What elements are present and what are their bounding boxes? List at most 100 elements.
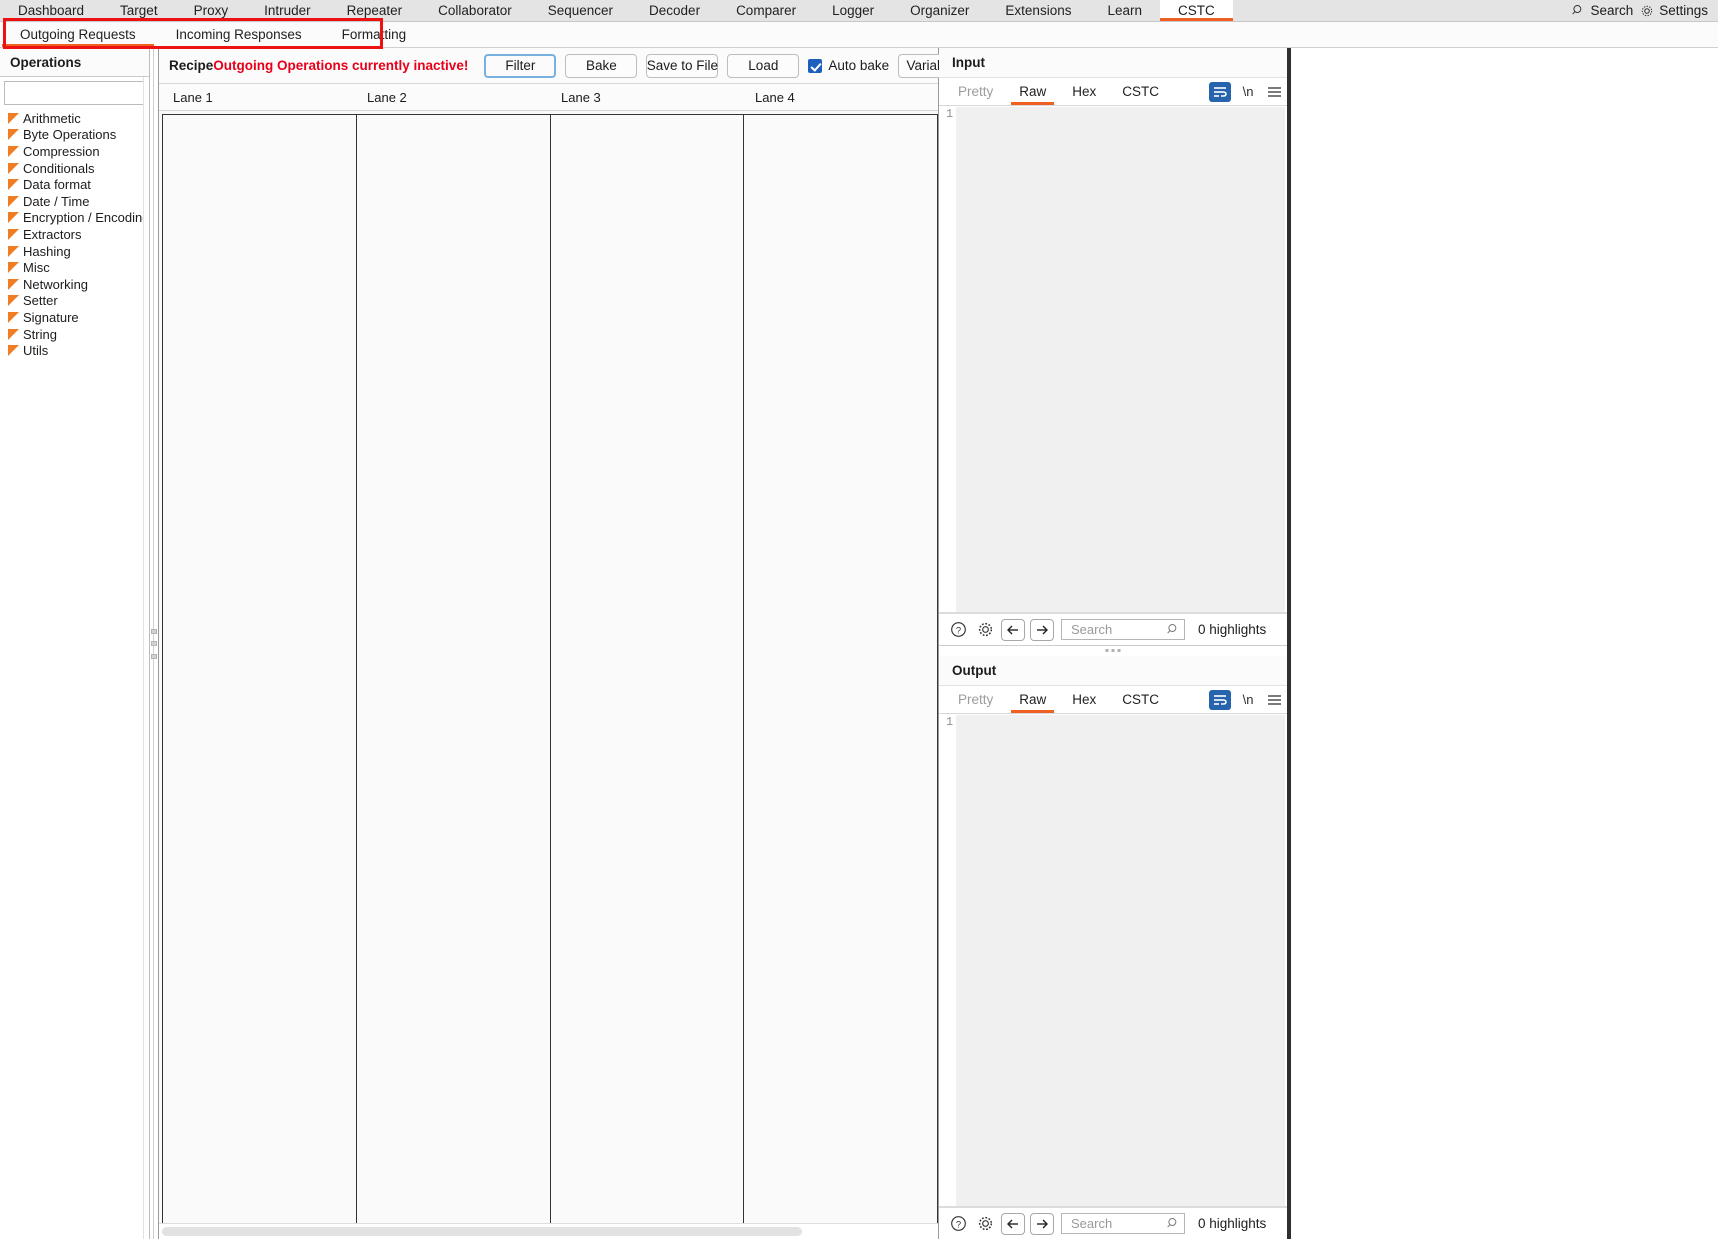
input-tab-pretty[interactable]: Pretty xyxy=(945,78,1006,105)
collapsed-triangle-icon[interactable] xyxy=(8,278,19,290)
input-search-field[interactable] xyxy=(1069,621,1167,638)
main-tab-collaborator[interactable]: Collaborator xyxy=(420,0,530,21)
load-button[interactable]: Load xyxy=(727,53,800,78)
operation-category-signature[interactable]: Signature xyxy=(0,309,149,326)
input-search-prev-button[interactable] xyxy=(1001,618,1025,641)
operation-category-extractors[interactable]: Extractors xyxy=(0,226,149,243)
collapsed-triangle-icon[interactable] xyxy=(8,245,19,257)
operation-category-misc[interactable]: Misc xyxy=(0,259,149,276)
output-tab-raw[interactable]: Raw xyxy=(1006,686,1059,713)
collapsed-triangle-icon[interactable] xyxy=(8,228,19,240)
output-menu-button[interactable] xyxy=(1261,686,1287,713)
main-tab-comparer[interactable]: Comparer xyxy=(718,0,814,21)
output-search-field[interactable] xyxy=(1069,1215,1167,1232)
main-tab-dashboard[interactable]: Dashboard xyxy=(0,0,102,21)
output-tab-hex[interactable]: Hex xyxy=(1059,686,1109,713)
input-search-box[interactable] xyxy=(1061,619,1185,640)
collapsed-triangle-icon[interactable] xyxy=(8,262,19,274)
collapsed-triangle-icon[interactable] xyxy=(8,195,19,207)
input-output-splitter[interactable] xyxy=(939,645,1287,656)
operation-category-label: Utils xyxy=(23,343,49,359)
collapsed-triangle-icon[interactable] xyxy=(8,295,19,307)
collapsed-triangle-icon[interactable] xyxy=(8,162,19,174)
splitter-grip[interactable] xyxy=(151,628,157,659)
output-tab-cstc[interactable]: CSTC xyxy=(1109,686,1172,713)
main-tab-logger[interactable]: Logger xyxy=(814,0,892,21)
input-tab-raw[interactable]: Raw xyxy=(1006,78,1059,105)
sub-tab-formatting[interactable]: Formatting xyxy=(322,22,427,47)
input-word-wrap-button[interactable] xyxy=(1209,78,1235,105)
output-search-box[interactable] xyxy=(1061,1213,1185,1234)
operation-category-conditionals[interactable]: Conditionals xyxy=(0,160,149,177)
output-help-button[interactable]: ? xyxy=(947,1213,969,1235)
main-tab-sequencer[interactable]: Sequencer xyxy=(530,0,631,21)
main-tab-cstc[interactable]: CSTC xyxy=(1160,0,1233,21)
recipe-horizontal-scrollbar[interactable] xyxy=(159,1223,938,1239)
input-help-button[interactable]: ? xyxy=(947,619,969,641)
input-text-area[interactable] xyxy=(956,107,1285,612)
output-editor[interactable]: 1 xyxy=(939,714,1287,1207)
input-tab-hex[interactable]: Hex xyxy=(1059,78,1109,105)
operation-category-arithmetic[interactable]: Arithmetic xyxy=(0,110,149,127)
lanes-container[interactable] xyxy=(162,114,938,1223)
input-tab-cstc[interactable]: CSTC xyxy=(1109,78,1172,105)
save-to-file-button[interactable]: Save to File xyxy=(646,53,719,78)
settings-button[interactable]: Settings xyxy=(1640,3,1708,18)
lane-drop-area-4[interactable] xyxy=(744,115,937,1223)
output-search-next-button[interactable] xyxy=(1030,1212,1054,1235)
filter-button[interactable]: Filter xyxy=(484,53,557,78)
collapsed-triangle-icon[interactable] xyxy=(8,311,19,323)
operation-category-string[interactable]: String xyxy=(0,326,149,343)
output-settings-button[interactable] xyxy=(974,1213,996,1235)
collapsed-triangle-icon[interactable] xyxy=(8,112,19,124)
main-tab-decoder[interactable]: Decoder xyxy=(631,0,718,21)
input-show-newlines-button[interactable]: \n xyxy=(1235,78,1261,105)
operation-category-setter[interactable]: Setter xyxy=(0,293,149,310)
collapsed-triangle-icon[interactable] xyxy=(8,345,19,357)
operations-search-input[interactable] xyxy=(5,82,144,104)
operation-category-compression[interactable]: Compression xyxy=(0,143,149,160)
main-tab-repeater[interactable]: Repeater xyxy=(329,0,421,21)
main-tab-organizer[interactable]: Organizer xyxy=(892,0,987,21)
collapsed-triangle-icon[interactable] xyxy=(8,328,19,340)
global-search-button[interactable]: Search xyxy=(1572,3,1633,18)
scrollbar-thumb[interactable] xyxy=(162,1227,802,1236)
lane-drop-area-2[interactable] xyxy=(357,115,551,1223)
input-editor[interactable]: 1 xyxy=(939,106,1287,613)
collapsed-triangle-icon[interactable] xyxy=(8,212,19,224)
sub-tab-incoming-responses[interactable]: Incoming Responses xyxy=(156,22,322,47)
input-search-next-button[interactable] xyxy=(1030,618,1054,641)
output-tab-pretty[interactable]: Pretty xyxy=(945,686,1006,713)
main-tab-target[interactable]: Target xyxy=(102,0,176,21)
output-text-area[interactable] xyxy=(956,715,1285,1206)
operation-category-byte-operations[interactable]: Byte Operations xyxy=(0,127,149,144)
collapsed-triangle-icon[interactable] xyxy=(8,129,19,141)
output-word-wrap-button[interactable] xyxy=(1209,686,1235,713)
sidebar-splitter[interactable] xyxy=(150,48,159,1239)
operations-tree[interactable]: Arithmetic Byte Operations Compression Cond… xyxy=(0,107,149,1239)
input-settings-button[interactable] xyxy=(974,619,996,641)
lane-drop-area-1[interactable] xyxy=(163,115,357,1223)
bake-button[interactable]: Bake xyxy=(565,53,638,78)
collapsed-triangle-icon[interactable] xyxy=(8,145,19,157)
operations-search-box[interactable] xyxy=(4,81,145,105)
sidebar-scrollbar[interactable] xyxy=(143,77,149,1239)
operation-category-date-time[interactable]: Date / Time xyxy=(0,193,149,210)
input-menu-button[interactable] xyxy=(1261,78,1287,105)
operation-category-data-format[interactable]: Data format xyxy=(0,176,149,193)
auto-bake-checkbox[interactable]: Auto bake xyxy=(808,58,889,73)
sub-tab-outgoing-requests[interactable]: Outgoing Requests xyxy=(0,22,156,47)
main-tab-extensions[interactable]: Extensions xyxy=(987,0,1089,21)
checkbox-checked-icon[interactable] xyxy=(808,58,823,73)
operation-category-hashing[interactable]: Hashing xyxy=(0,243,149,260)
main-tab-intruder[interactable]: Intruder xyxy=(246,0,329,21)
main-tab-proxy[interactable]: Proxy xyxy=(176,0,247,21)
output-search-prev-button[interactable] xyxy=(1001,1212,1025,1235)
collapsed-triangle-icon[interactable] xyxy=(8,179,19,191)
output-show-newlines-button[interactable]: \n xyxy=(1235,686,1261,713)
operation-category-encryption-encoding[interactable]: Encryption / Encoding xyxy=(0,210,149,227)
operation-category-networking[interactable]: Networking xyxy=(0,276,149,293)
main-tab-learn[interactable]: Learn xyxy=(1089,0,1160,21)
lane-drop-area-3[interactable] xyxy=(551,115,745,1223)
operation-category-utils[interactable]: Utils xyxy=(0,342,149,359)
